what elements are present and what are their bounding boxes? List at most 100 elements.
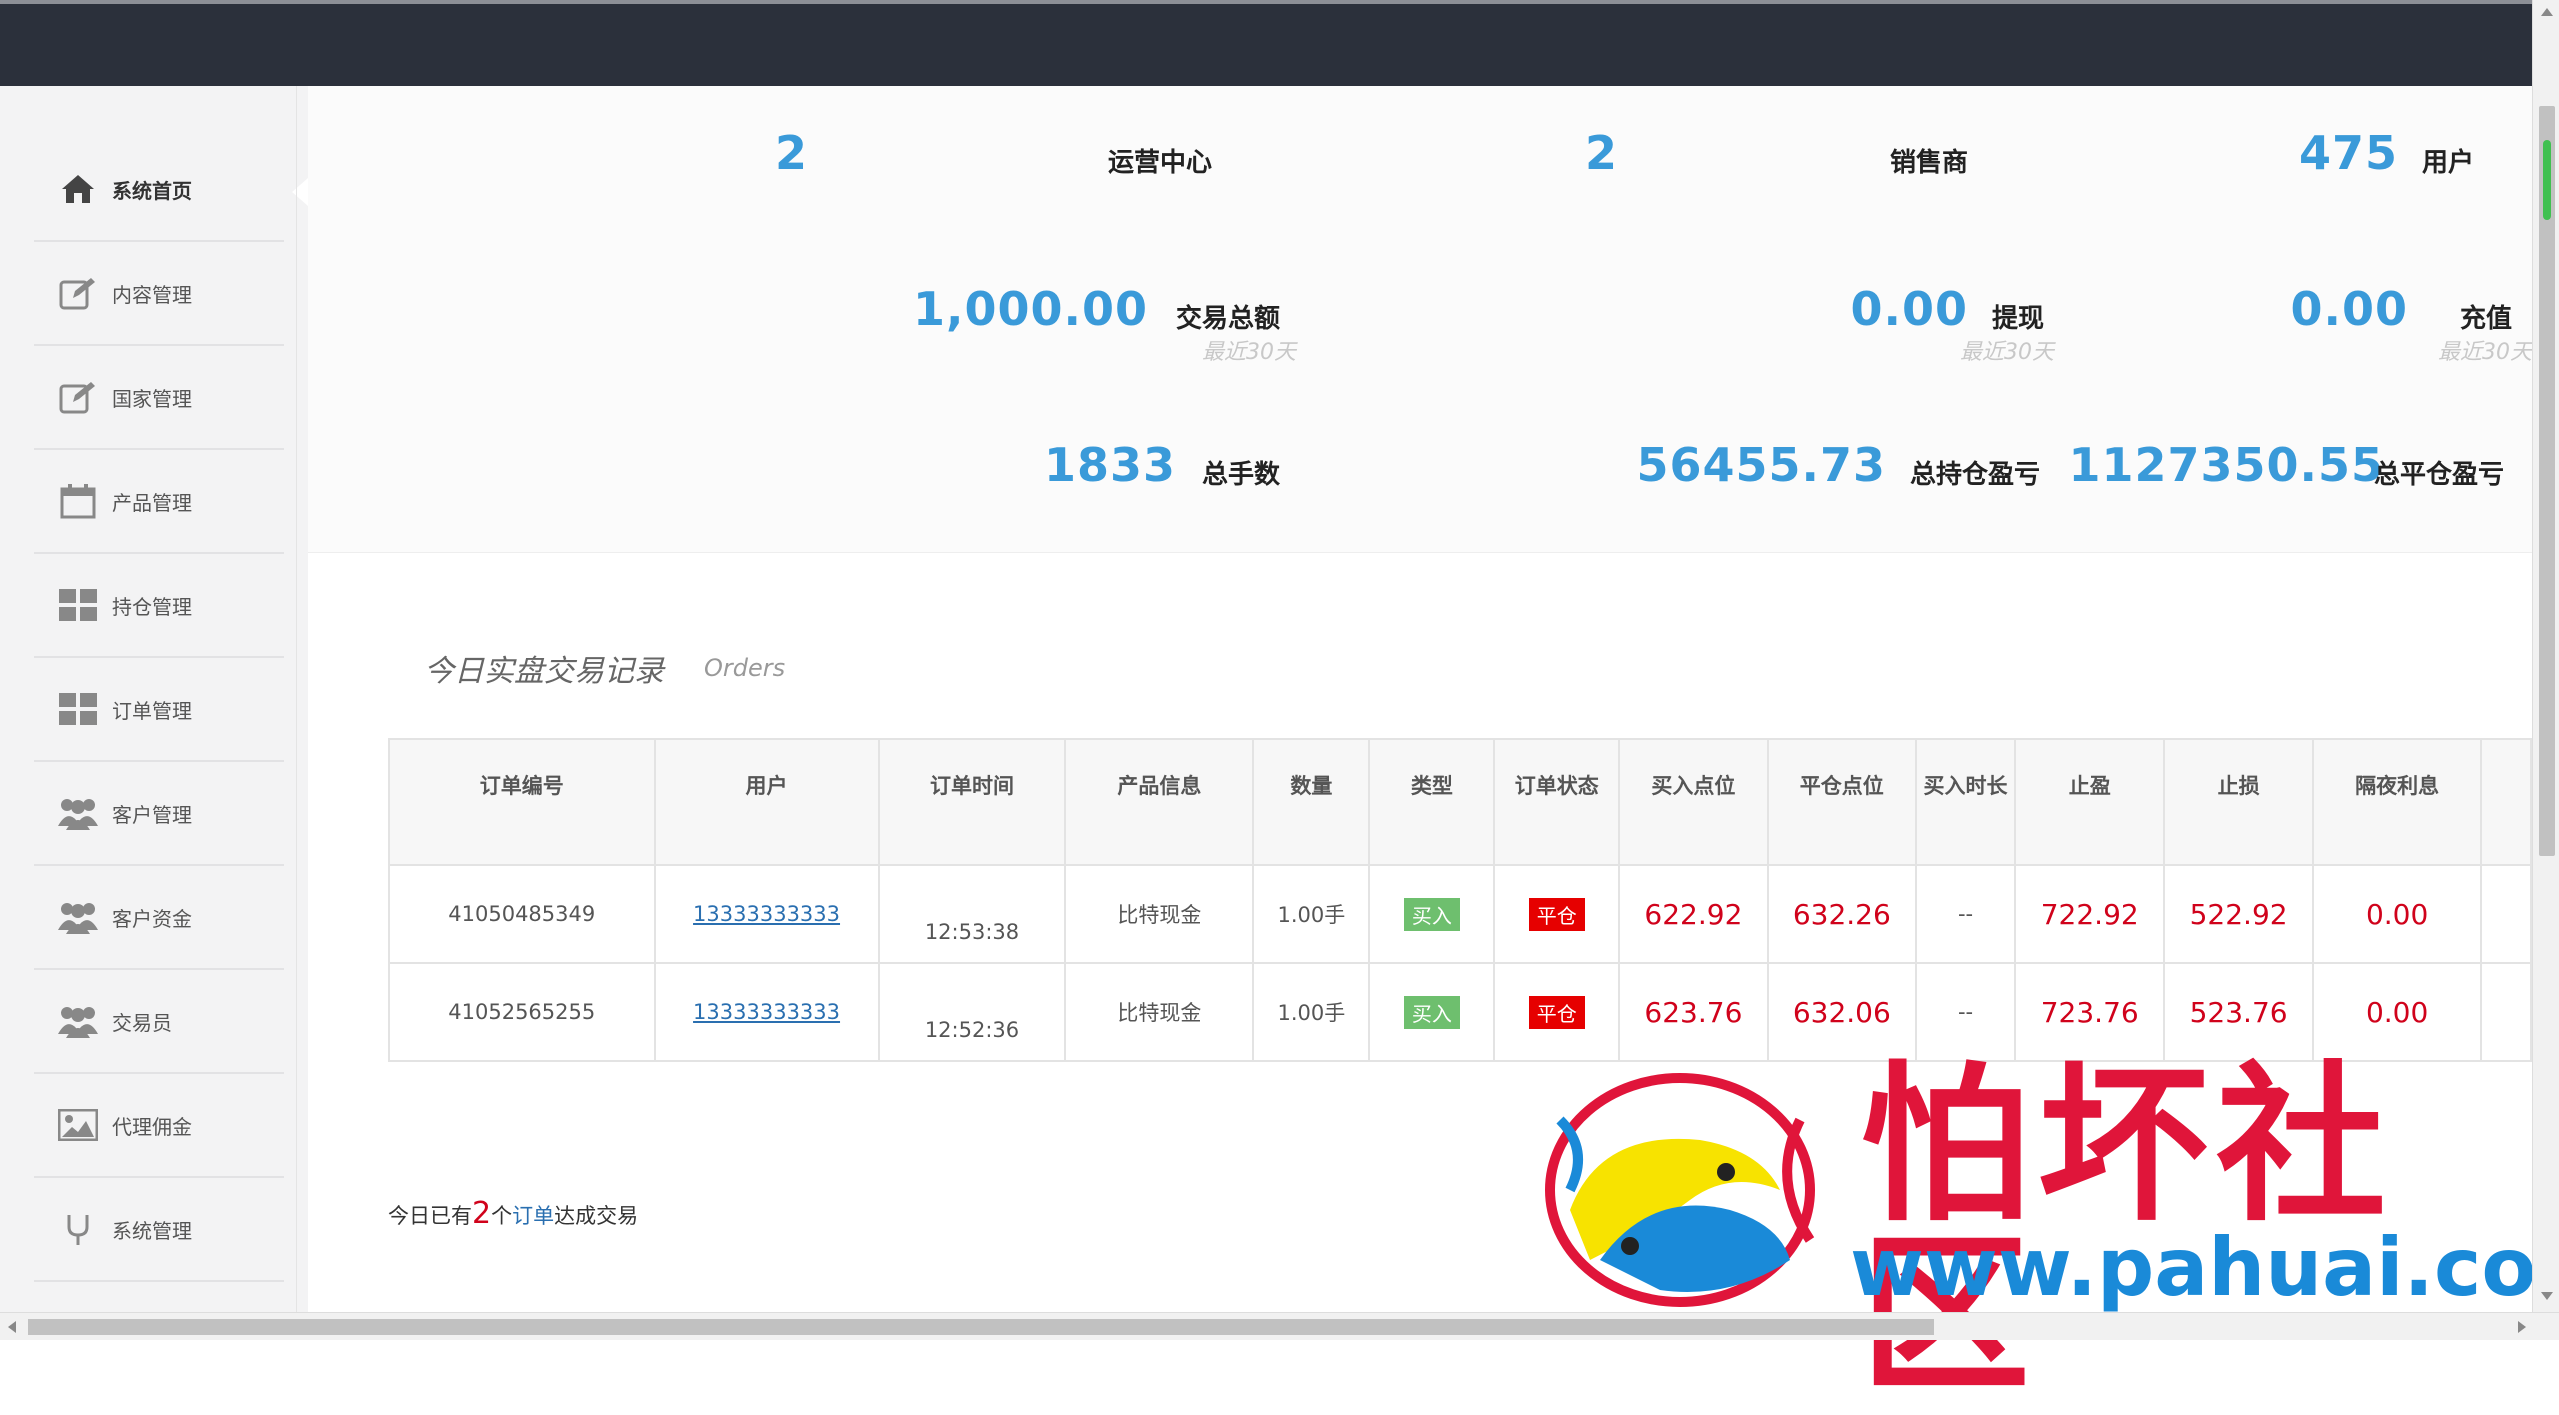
orders-summary: 今日已有2个订单达成交易 <box>388 1196 638 1231</box>
users-icon <box>58 1001 98 1041</box>
sidebar-item-label: 持仓管理 <box>112 594 192 619</box>
column-header[interactable]: 产品信息 <box>1064 738 1255 866</box>
sidebar-item-commission[interactable]: 代理佣金 <box>34 1074 284 1178</box>
scroll-up-icon[interactable] <box>2541 8 2553 16</box>
sidebar-item-content[interactable]: 内容管理 <box>34 242 284 346</box>
stat-ops-center: 2 运营中心 <box>728 126 1308 186</box>
summary-count: 2 <box>472 1196 492 1231</box>
orders-section-subtitle: Orders <box>704 654 786 682</box>
buy-price: 622.92 <box>1618 864 1769 964</box>
column-header[interactable]: 订单时间 <box>877 738 1067 866</box>
stat-withdraw: 0.00 提现 最近30天 <box>1508 282 2068 365</box>
column-header-text: 买入时长 <box>1923 774 2008 798</box>
scroll-left-icon[interactable] <box>8 1321 16 1333</box>
fish-logo-icon <box>1545 1073 1815 1307</box>
column-header[interactable]: 数量 <box>1252 738 1371 866</box>
user-cell: 13333333333 <box>653 864 880 964</box>
vertical-scrollbar[interactable] <box>2532 0 2559 1312</box>
stat-value: 475 <box>2298 126 2398 180</box>
stat-label: 运营中心 <box>1108 148 1213 178</box>
scroll-right-icon[interactable] <box>2518 1321 2526 1333</box>
sidebar-item-label: 内容管理 <box>112 282 192 307</box>
take-profit: 722.92 <box>2014 864 2166 964</box>
scroll-indicator <box>2543 140 2551 220</box>
sidebar-item-product[interactable]: 产品管理 <box>34 450 284 554</box>
sidebar-item-system[interactable]: 系统管理 <box>34 1178 284 1282</box>
sidebar-item-home[interactable]: 系统首页 <box>34 138 308 242</box>
stat-value: 2 <box>774 126 808 180</box>
column-header[interactable]: 平仓点位 <box>1766 738 1918 866</box>
stat-value: 1127350.55 <box>2068 438 2384 492</box>
scrollbar-thumb[interactable] <box>28 1319 1934 1335</box>
type-cell: 买入 <box>1368 962 1496 1062</box>
column-header[interactable]: 买入点位 <box>1618 738 1769 866</box>
order-id: 41052565255 <box>388 962 656 1062</box>
sidebar-item-label: 交易员 <box>112 1010 172 1035</box>
stat-label: 总持仓盈亏 <box>1910 460 2041 490</box>
stat-label: 交易总额 <box>1176 304 1281 334</box>
stat-value: 1833 <box>1043 438 1176 492</box>
summary-orders-link[interactable]: 订单 <box>512 1204 554 1228</box>
sidebar-item-label: 产品管理 <box>112 490 192 515</box>
column-header[interactable]: 订单状态 <box>1493 738 1621 866</box>
type-badge: 买入 <box>1403 995 1460 1029</box>
product-cell: 比特现金 <box>1064 864 1255 964</box>
user-link[interactable]: 13333333333 <box>693 1000 840 1024</box>
column-header[interactable]: 用户 <box>653 738 880 866</box>
stats-panel: 2 运营中心 2 销售商 475 用户 1,000.00 交易总额 最近30天 … <box>308 86 2532 553</box>
sidebar-item-traders[interactable]: 交易员 <box>34 970 284 1074</box>
column-header[interactable]: 隔夜利息 <box>2311 738 2483 866</box>
scroll-down-icon[interactable] <box>2541 1292 2553 1300</box>
sidebar-item-customer-funds[interactable]: 客户资金 <box>34 866 284 970</box>
grid-icon <box>58 585 98 625</box>
sidebar-item-holding[interactable]: 持仓管理 <box>34 554 284 658</box>
column-header[interactable]: 止盈 <box>2014 738 2166 866</box>
stat-sub: 最近30天 <box>1202 340 1296 365</box>
column-header[interactable]: 买入时长 <box>1914 738 2017 866</box>
sidebar-item-label: 客户资金 <box>112 906 192 931</box>
user-link[interactable]: 13333333333 <box>693 902 840 926</box>
summary-suffix: 达成交易 <box>554 1204 639 1228</box>
watermark: 怕坏社区 www.pahuai.com <box>1530 1050 2559 1400</box>
stat-value: 56455.73 <box>1636 438 1886 492</box>
type-badge: 买入 <box>1403 897 1460 931</box>
sidebar-item-customers[interactable]: 客户管理 <box>34 762 284 866</box>
stat-label: 用户 <box>2422 148 2475 178</box>
edit-icon <box>58 377 98 417</box>
sidebar-item-label: 国家管理 <box>112 386 192 411</box>
order-id: 41050485349 <box>388 864 656 964</box>
sidebar-divider <box>296 86 297 1312</box>
watermark-url: www.pahuai.com <box>1850 1221 2559 1314</box>
column-header[interactable]: 订单编号 <box>388 738 656 866</box>
stat-label: 销售商 <box>1890 148 1969 178</box>
column-header[interactable]: 止损 <box>2163 738 2314 866</box>
stat-value: 0.00 <box>1850 282 1968 336</box>
time-cell: 12:52:36 <box>877 962 1067 1062</box>
stat-users: 475 用户 <box>2228 126 2528 186</box>
home-icon <box>58 169 98 209</box>
extra-cell <box>2480 864 2532 964</box>
sidebar-item-country[interactable]: 国家管理 <box>34 346 284 450</box>
sidebar-item-label: 订单管理 <box>112 698 192 723</box>
duration-cell: -- <box>1914 864 2017 964</box>
time-cell: 12:53:38 <box>877 864 1067 964</box>
calendar-icon <box>58 481 98 521</box>
stat-value: 2 <box>1584 126 1618 180</box>
grid-icon <box>58 689 98 729</box>
sidebar-item-label: 客户管理 <box>112 802 192 827</box>
qty-cell: 1.00手 <box>1252 864 1371 964</box>
horizontal-scrollbar[interactable] <box>0 1312 2559 1340</box>
status-badge: 平仓 <box>1528 897 1585 931</box>
qty-cell: 1.00手 <box>1252 962 1371 1062</box>
table-header-row: 订单编号 用户 订单时间 产品信息 数量 类型 订单状态 买入点位 平仓点位 买… <box>388 738 2532 866</box>
stat-label: 总手数 <box>1202 460 1281 490</box>
sidebar-item-orders[interactable]: 订单管理 <box>34 658 284 762</box>
stat-sub: 最近30天 <box>1960 340 2054 365</box>
sidebar-item-label: 系统管理 <box>112 1218 192 1243</box>
table-row: 41050485349 13333333333 12:53:38 比特现金 1.… <box>388 864 2532 964</box>
stat-label: 提现 <box>1992 304 2045 334</box>
image-icon <box>58 1105 98 1145</box>
stat-closed-pl: 1127350.55 总平仓盈亏 <box>2048 438 2528 498</box>
extra-cell <box>2480 962 2532 1062</box>
column-header[interactable]: 类型 <box>1368 738 1496 866</box>
